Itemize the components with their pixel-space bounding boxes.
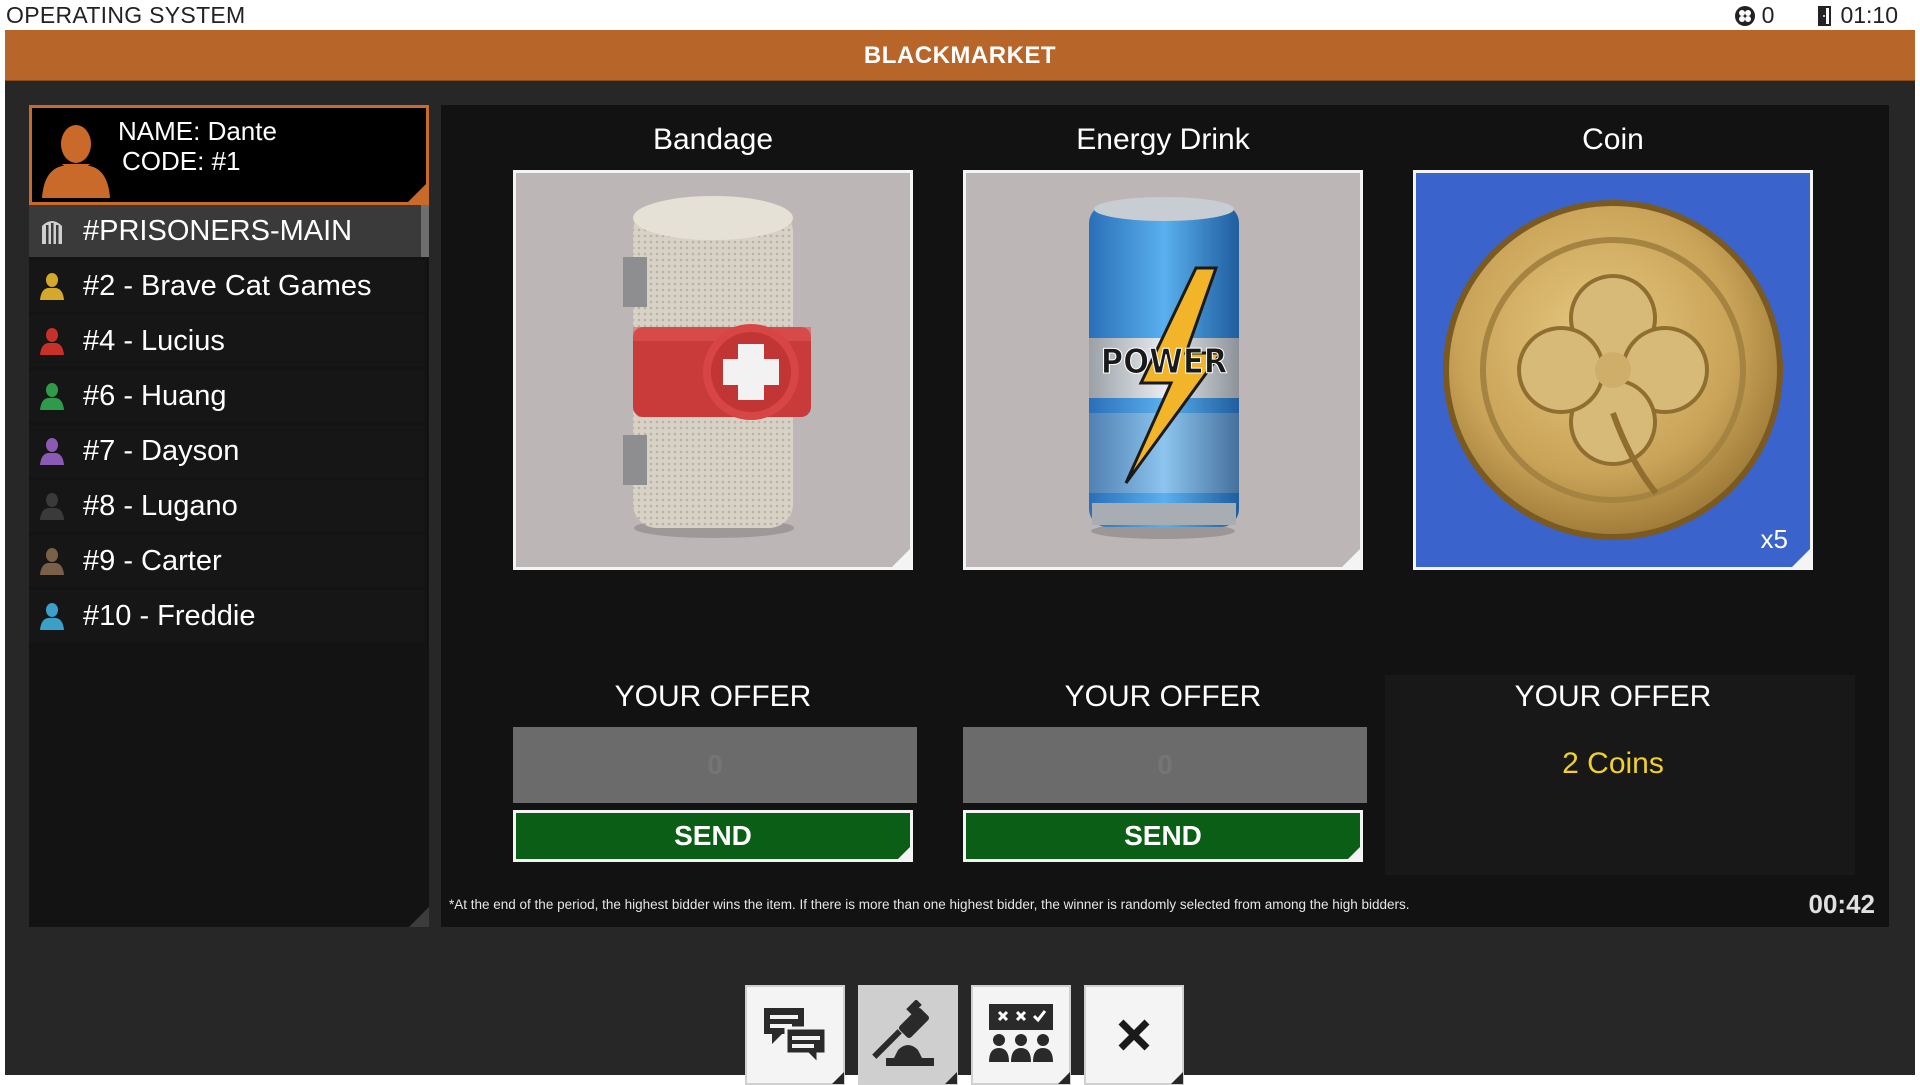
auction-icon (872, 1000, 934, 1066)
vote-icon (989, 1004, 1053, 1062)
energy-drink-icon: POWER (1089, 197, 1239, 539)
left-panel: NAME: Dante CODE: #1 #PRISONERS-MAIN #2 -… (29, 105, 429, 927)
channel-item[interactable]: #PRISONERS-MAIN (29, 205, 425, 257)
door-icon (1818, 5, 1832, 26)
user-icon (40, 383, 64, 410)
close-button[interactable] (1084, 985, 1184, 1085)
market-panel: Bandage Energy Drink POWER Coin x5 YOUR … (441, 105, 1889, 927)
corner-mark (891, 548, 910, 567)
channel-item[interactable]: #9 - Carter (29, 535, 425, 587)
chat-icon (764, 1008, 828, 1066)
corner-mark (1791, 548, 1810, 567)
channel-item[interactable]: #6 - Huang (29, 370, 425, 422)
item-title: Coin (1582, 123, 1644, 156)
corner-mark (408, 184, 426, 202)
corner-mark (832, 1072, 844, 1084)
svg-text:POWER: POWER (1101, 342, 1228, 382)
bottom-toolbar (745, 985, 1184, 1085)
title-bar: BLACKMARKET (5, 30, 1915, 81)
offer-value: 2 Coins (1562, 747, 1664, 780)
channel-label: #6 - Huang (83, 379, 227, 412)
offer-label: YOUR OFFER (1514, 680, 1712, 713)
os-bar: OPERATING SYSTEM 0 01:10 (0, 0, 1920, 30)
offer-input[interactable] (513, 727, 917, 803)
user-icon (40, 603, 64, 630)
send-button-label: SEND (674, 820, 752, 851)
app-title: BLACKMARKET (863, 42, 1057, 69)
channel-label: #7 - Dayson (83, 434, 240, 467)
item-image-box[interactable] (513, 170, 913, 570)
item-image-box[interactable]: POWER (963, 170, 1363, 570)
auction-button[interactable] (858, 985, 958, 1085)
scrollbar-thumb[interactable] (421, 205, 429, 257)
corner-mark (897, 846, 911, 860)
clock-time: 01:10 (1840, 2, 1898, 28)
offer-input[interactable] (963, 727, 1367, 803)
channel-label: #4 - Lucius (83, 324, 225, 357)
send-button[interactable]: SEND (513, 810, 913, 862)
user-icon (40, 328, 64, 355)
offer-label: YOUR OFFER (614, 680, 812, 713)
bandage-icon (623, 196, 811, 538)
coin-count: 0 (1761, 2, 1775, 28)
item-title: Energy Drink (1076, 123, 1250, 156)
item-image-box[interactable]: x5 (1413, 170, 1813, 570)
offer-label: YOUR OFFER (1064, 680, 1262, 713)
coin-status-icon (1734, 5, 1755, 26)
channel-label: #8 - Lugano (83, 489, 238, 522)
auction-timer: 00:42 (1808, 889, 1876, 919)
channel-item[interactable]: #8 - Lugano (29, 480, 425, 532)
user-icon (40, 493, 64, 520)
send-button-label: SEND (1124, 820, 1202, 851)
channel-label: #10 - Freddie (83, 599, 256, 632)
channel-item[interactable]: #10 - Freddie (29, 590, 425, 642)
channel-list: #PRISONERS-MAIN #2 - Brave Cat Games #4 - … (29, 205, 425, 645)
item-title: Bandage (652, 123, 774, 156)
coin-icon (1443, 200, 1783, 540)
channel-item[interactable]: #4 - Lucius (29, 315, 425, 367)
channel-label: #PRISONERS-MAIN (83, 214, 353, 247)
channel-item[interactable]: #7 - Dayson (29, 425, 425, 477)
rules-footnote: *At the end of the period, the highest b… (449, 897, 1410, 912)
avatar-icon (42, 125, 110, 198)
corner-mark (1347, 846, 1361, 860)
corner-mark (945, 1072, 957, 1084)
item-quantity: x5 (1760, 524, 1788, 554)
user-icon (40, 438, 64, 465)
profile-code: CODE: #1 (122, 146, 241, 176)
chat-button[interactable] (745, 985, 845, 1085)
blackmarket-window: BLACKMARKET NAME: Dante CODE: #1 #PRISON… (5, 30, 1915, 1085)
user-icon (40, 548, 64, 575)
os-title: OPERATING SYSTEM (6, 2, 246, 28)
corner-mark (1171, 1072, 1183, 1084)
corner-mark (1341, 548, 1360, 567)
corner-mark (1058, 1072, 1070, 1084)
corner-mark (409, 907, 429, 927)
channel-label: #2 - Brave Cat Games (83, 269, 372, 302)
prison-icon (42, 221, 62, 244)
send-button[interactable]: SEND (963, 810, 1363, 862)
vote-button[interactable] (971, 985, 1071, 1085)
channel-item[interactable]: #2 - Brave Cat Games (29, 260, 425, 312)
user-icon (40, 273, 64, 300)
close-icon (1118, 1019, 1150, 1051)
profile-name: NAME: Dante (118, 116, 277, 146)
profile-card: NAME: Dante CODE: #1 (29, 105, 429, 205)
channel-label: #9 - Carter (83, 544, 222, 577)
os-status: 0 01:10 (1734, 2, 1898, 29)
